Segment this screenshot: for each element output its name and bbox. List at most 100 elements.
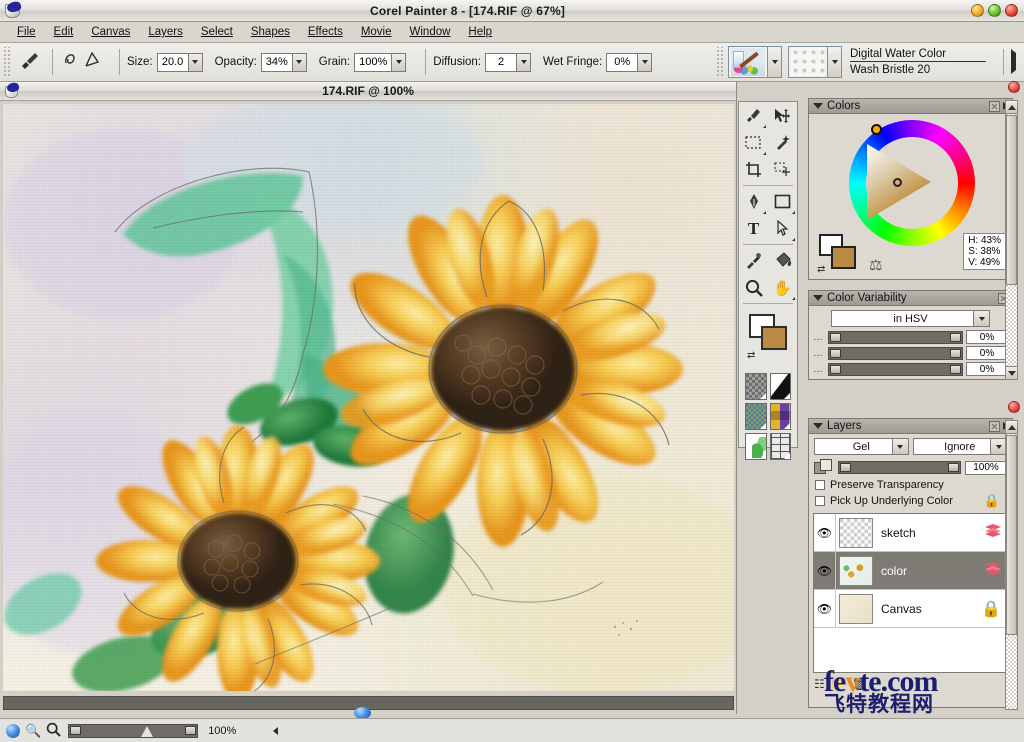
- dropper-tool[interactable]: [739, 247, 768, 274]
- canvas-lock-icon[interactable]: 🔒: [981, 599, 1001, 619]
- preserve-transparency-checkbox[interactable]: [815, 480, 825, 490]
- table-row[interactable]: 👁 Canvas 🔒: [814, 590, 1007, 628]
- grabber-tool[interactable]: ✋: [768, 274, 797, 301]
- weave-selector-icon[interactable]: [769, 403, 791, 430]
- property-bar-gripper[interactable]: [3, 47, 12, 77]
- composite-depth-dropdown[interactable]: Ignore: [912, 438, 1007, 455]
- canvas-area[interactable]: [3, 104, 734, 691]
- crop-tool[interactable]: [739, 156, 768, 183]
- colors-scroll-up-icon[interactable]: [1006, 101, 1017, 114]
- value-variability-slider[interactable]: [828, 362, 963, 376]
- magnifier-tool[interactable]: [739, 274, 768, 301]
- opacity-dropdown-icon[interactable]: [291, 53, 306, 71]
- layer-adjuster-tool[interactable]: [768, 102, 797, 129]
- paper-selector-icon[interactable]: [745, 373, 767, 400]
- text-tool[interactable]: T: [739, 215, 768, 242]
- layer-visibility-icon[interactable]: 👁: [814, 552, 836, 589]
- rectangular-selection-tool[interactable]: [739, 129, 768, 156]
- pen-tool[interactable]: [739, 188, 768, 215]
- colors-swap-icon[interactable]: ⇄: [817, 264, 825, 275]
- minimize-button[interactable]: [971, 4, 984, 17]
- layer-stack-icon[interactable]: [985, 561, 1001, 580]
- variability-palette-header[interactable]: Color Variability: [809, 291, 1012, 306]
- grain-input[interactable]: 100%: [354, 52, 407, 72]
- diffusion-input[interactable]: 2: [485, 52, 531, 72]
- rectangular-shape-tool[interactable]: [768, 188, 797, 215]
- layers-scroll-up-icon[interactable]: [1006, 421, 1017, 434]
- preserve-transparency-row[interactable]: Preserve Transparency: [809, 478, 1012, 492]
- menu-movie[interactable]: Movie: [352, 24, 401, 40]
- close-button[interactable]: [1005, 4, 1018, 17]
- color-wheel-area[interactable]: ⇄ ⚖ H: 43% S: 38% V: 49%: [809, 114, 1012, 282]
- gradient-selector-icon[interactable]: [769, 373, 791, 400]
- menu-layers[interactable]: Layers: [139, 24, 192, 40]
- colors-collapse-icon[interactable]: [813, 103, 823, 109]
- delete-layer-icon[interactable]: 🗑: [852, 677, 867, 691]
- table-row[interactable]: 👁 color: [814, 552, 1007, 590]
- brush-selector-gripper[interactable]: [716, 47, 725, 77]
- primary-color-swatch[interactable]: [761, 326, 787, 350]
- brush-tool-icon[interactable]: [15, 50, 45, 75]
- property-bar-expand-icon[interactable]: [1011, 49, 1016, 74]
- wet-fringe-input[interactable]: 0%: [606, 52, 653, 72]
- menu-window[interactable]: Window: [401, 24, 460, 40]
- grain-dropdown-icon[interactable]: [391, 53, 406, 71]
- document-horizontal-scrollbar[interactable]: [3, 696, 734, 719]
- colors-close-icon[interactable]: [989, 100, 1000, 112]
- pick-up-underlying-color-checkbox[interactable]: [815, 496, 825, 506]
- variability-mode-dropdown[interactable]: in HSV: [831, 310, 990, 327]
- new-layer-group-icon[interactable]: 📁: [831, 677, 846, 691]
- status-left-arrow-icon[interactable]: [273, 723, 279, 738]
- layers-group-close-button[interactable]: [1008, 401, 1020, 413]
- size-dropdown-icon[interactable]: [187, 53, 202, 71]
- layer-visibility-icon[interactable]: 👁: [814, 590, 836, 627]
- status-orb-icon[interactable]: [6, 723, 20, 738]
- variability-collapse-icon[interactable]: [813, 295, 823, 301]
- layer-opacity-slider[interactable]: [838, 461, 961, 474]
- hue-marker[interactable]: [871, 124, 882, 135]
- saturation-value-marker[interactable]: [893, 178, 902, 187]
- magic-wand-tool[interactable]: [768, 129, 797, 156]
- colors-palette-header[interactable]: Colors: [809, 99, 1012, 114]
- zoom-slider[interactable]: [68, 723, 199, 738]
- layer-visibility-icon[interactable]: 👁: [814, 514, 836, 551]
- layers-palette-header[interactable]: Layers: [809, 419, 1012, 434]
- wet-fringe-dropdown-icon[interactable]: [637, 53, 652, 71]
- clone-color-icon[interactable]: ⚖: [869, 256, 882, 274]
- menu-effects[interactable]: Effects: [299, 24, 352, 40]
- layers-group-scrollbar[interactable]: [1005, 420, 1018, 710]
- table-row[interactable]: 👁 sketch: [814, 514, 1007, 552]
- variability-mode-caret-icon[interactable]: [973, 311, 989, 326]
- brush-tool[interactable]: [739, 102, 768, 129]
- layers-collapse-icon[interactable]: [813, 423, 823, 429]
- menu-file[interactable]: File: [8, 24, 45, 40]
- menu-help[interactable]: Help: [459, 24, 501, 40]
- menu-edit[interactable]: Edit: [45, 24, 83, 40]
- layers-close-icon[interactable]: [989, 420, 1000, 432]
- layers-list[interactable]: 👁 sketch 👁 color 👁 Canvas 🔒: [813, 513, 1008, 673]
- colors-group-close-button[interactable]: [1008, 81, 1020, 93]
- binoculars-icon[interactable]: 🔍: [25, 723, 41, 739]
- composite-depth-caret-icon[interactable]: [990, 439, 1006, 454]
- pick-up-underlying-color-row[interactable]: Pick Up Underlying Color 🔒: [809, 492, 1012, 510]
- lock-icon[interactable]: 🔒: [984, 493, 1000, 509]
- zoom-magnifier-icon[interactable]: [46, 722, 61, 740]
- size-input[interactable]: 20.0: [156, 52, 203, 72]
- swap-colors-icon[interactable]: ⇄: [747, 350, 755, 361]
- hue-variability-slider[interactable]: [828, 330, 963, 344]
- paint-bucket-tool[interactable]: [768, 247, 797, 274]
- composite-method-caret-icon[interactable]: [891, 439, 908, 454]
- document-title-bar[interactable]: 174.RIF @ 100%: [0, 80, 736, 101]
- saturation-variability-slider[interactable]: [828, 346, 963, 360]
- zoom-slider-thumb[interactable]: [140, 725, 153, 737]
- colors-group-scrollbar[interactable]: [1005, 100, 1018, 380]
- selection-adjuster-tool[interactable]: [768, 156, 797, 183]
- look-selector-icon[interactable]: [769, 433, 791, 460]
- maximize-button[interactable]: [988, 4, 1001, 17]
- colors-primary-swatch[interactable]: [831, 246, 856, 269]
- pattern-selector-icon[interactable]: [745, 403, 767, 430]
- diffusion-dropdown-icon[interactable]: [516, 53, 530, 71]
- brush-category-swatch[interactable]: [728, 46, 768, 78]
- colors-scroll-thumb[interactable]: [1006, 115, 1017, 285]
- brush-category-dropdown-icon[interactable]: [768, 46, 782, 78]
